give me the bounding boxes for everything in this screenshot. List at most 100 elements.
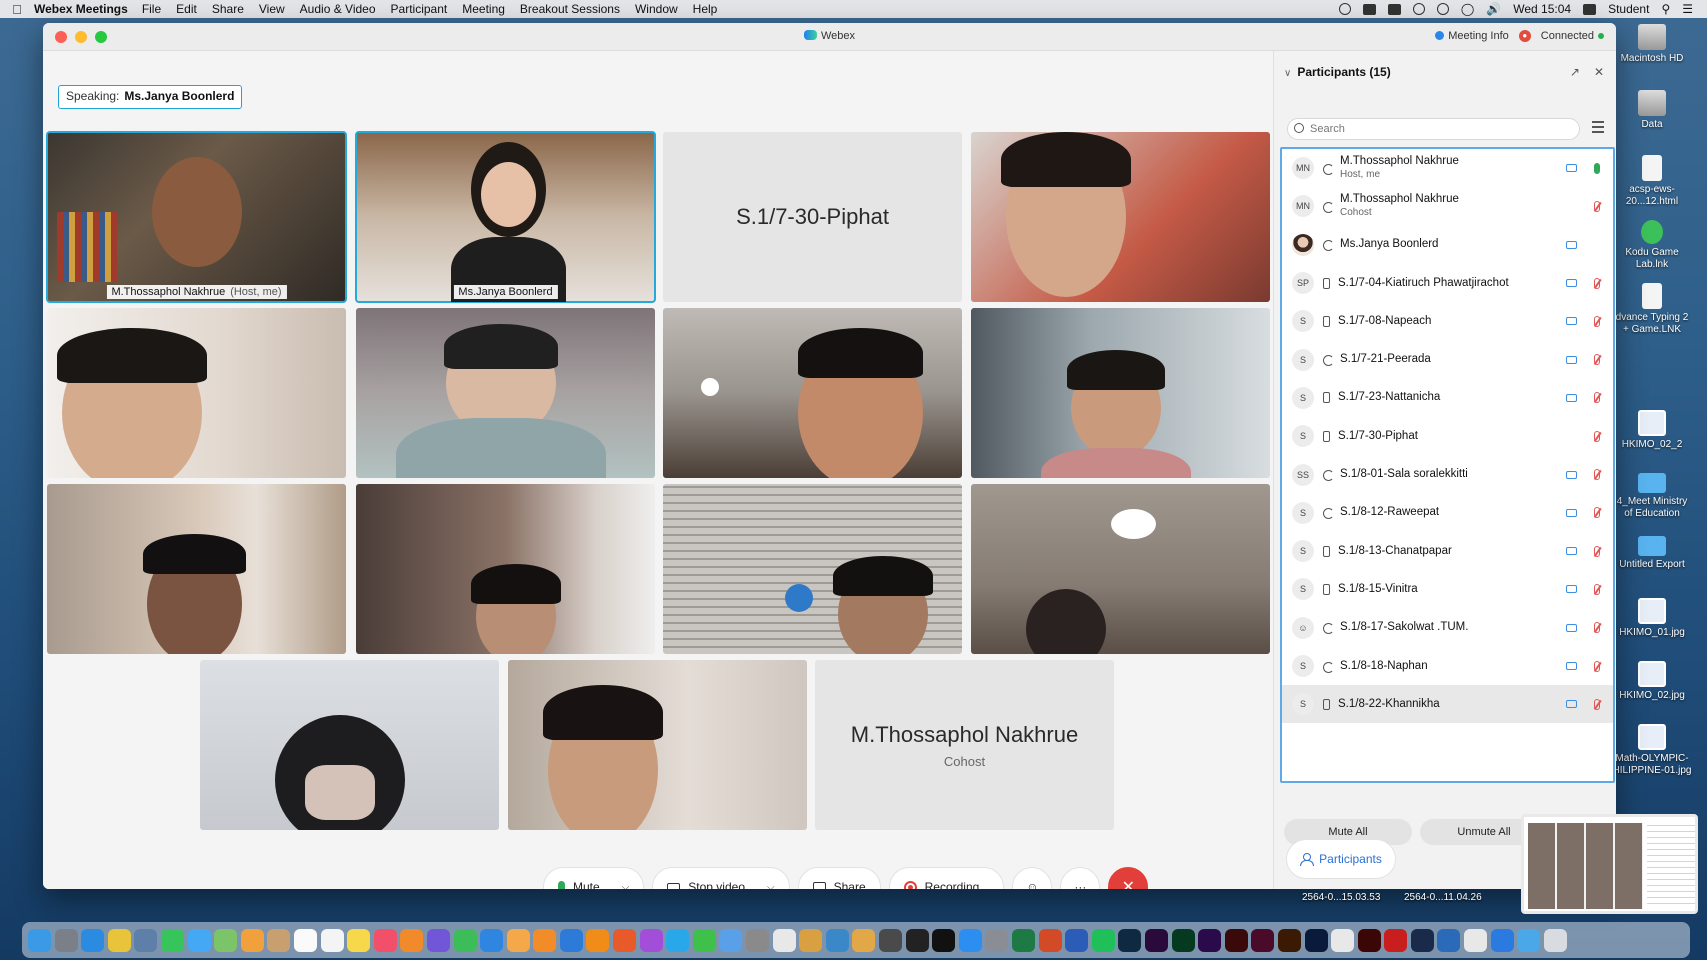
user-menu[interactable]: Student bbox=[1608, 2, 1649, 16]
microphone-muted-icon[interactable] bbox=[1594, 698, 1600, 710]
menu-audio-video[interactable]: Audio & Video bbox=[300, 2, 376, 16]
video-tile-cohost[interactable]: M.Thossaphol Nakhrue Cohost bbox=[815, 660, 1114, 830]
collapse-chevron-icon[interactable]: ∨ bbox=[1284, 68, 1291, 79]
system-preferences-icon[interactable] bbox=[985, 928, 1009, 952]
microphone-muted-icon[interactable] bbox=[1594, 660, 1600, 672]
launchpad-icon[interactable] bbox=[54, 928, 78, 952]
apple-tv-icon[interactable] bbox=[932, 928, 956, 952]
app-icon-9[interactable] bbox=[879, 928, 902, 952]
chevron-down-icon[interactable]: ⌵ bbox=[767, 882, 775, 890]
screenshot-thumbnail[interactable] bbox=[1521, 814, 1698, 914]
menu-participant[interactable]: Participant bbox=[391, 2, 448, 16]
indesign-icon[interactable] bbox=[1251, 928, 1275, 952]
app-store-icon[interactable] bbox=[958, 928, 982, 952]
numbers-icon[interactable] bbox=[453, 928, 477, 952]
meeting-info-button[interactable]: Meeting Info bbox=[1435, 30, 1509, 42]
participant-row[interactable]: S S.1/8-15-Vinitra bbox=[1282, 570, 1613, 608]
video-tile-student-1[interactable] bbox=[971, 132, 1270, 302]
status-icon[interactable] bbox=[1412, 3, 1425, 15]
word-icon[interactable] bbox=[1065, 928, 1089, 952]
microphone-muted-icon[interactable] bbox=[1594, 354, 1600, 366]
participant-row[interactable]: S S.1/8-13-Chanatpapar bbox=[1282, 532, 1613, 570]
recording-indicator-icon[interactable]: ● bbox=[1518, 30, 1531, 42]
acrobat-icon[interactable] bbox=[1357, 928, 1381, 952]
dreamweaver-icon[interactable] bbox=[1171, 928, 1195, 952]
app-icon-4[interactable] bbox=[746, 928, 770, 952]
desktop-icon-hkimo-01[interactable]: HKIMO_01.jpg bbox=[1612, 598, 1692, 639]
chrome-icon[interactable] bbox=[107, 928, 131, 952]
video-tile-host[interactable]: M.Thossaphol Nakhrue (Host, me) bbox=[46, 131, 347, 303]
desktop-icon-meet-ministry[interactable]: 4_Meet Ministry of Education bbox=[1612, 473, 1692, 520]
app-icon-14[interactable] bbox=[1464, 928, 1488, 952]
finder-icon[interactable] bbox=[28, 928, 51, 952]
app-icon-10[interactable] bbox=[905, 928, 929, 952]
desktop-icon-data[interactable]: Data bbox=[1612, 90, 1692, 131]
app-icon-7[interactable] bbox=[825, 928, 849, 952]
app-icon-12[interactable] bbox=[1410, 928, 1434, 952]
chevron-down-icon[interactable]: ⌵ bbox=[622, 882, 630, 890]
reactions-button[interactable]: ☺ bbox=[1012, 867, 1053, 889]
app-icon-3[interactable] bbox=[719, 928, 743, 952]
lightroom-icon[interactable] bbox=[1118, 928, 1142, 952]
volume-icon[interactable]: 🔊 bbox=[1486, 2, 1501, 16]
reminders-icon[interactable] bbox=[320, 928, 344, 952]
notification-icon[interactable] bbox=[1436, 3, 1449, 15]
menu-app-name[interactable]: Webex Meetings bbox=[34, 2, 128, 16]
xcode-icon[interactable] bbox=[559, 928, 583, 952]
mute-button[interactable]: Mute ⌵ bbox=[543, 867, 645, 890]
video-tile-piphat[interactable]: S.1/7-30-Piphat bbox=[663, 132, 962, 302]
microphone-muted-icon[interactable] bbox=[1594, 200, 1600, 212]
desktop-icon-hkimo-02[interactable]: HKIMO_02.jpg bbox=[1612, 661, 1692, 702]
participant-row[interactable]: S S.1/7-21-Peerada bbox=[1282, 340, 1613, 378]
podcasts-icon[interactable] bbox=[639, 928, 663, 952]
menu-share[interactable]: Share bbox=[212, 2, 244, 16]
leave-meeting-button[interactable]: ✕ bbox=[1108, 867, 1149, 889]
display-icon[interactable] bbox=[1362, 3, 1376, 15]
trash-icon[interactable] bbox=[1543, 928, 1567, 952]
video-tile-student-9[interactable] bbox=[971, 484, 1270, 654]
microphone-muted-icon[interactable] bbox=[1594, 315, 1600, 327]
participant-row[interactable]: S S.1/8-12-Raweepat bbox=[1282, 494, 1613, 532]
menu-help[interactable]: Help bbox=[693, 2, 718, 16]
books-icon[interactable] bbox=[400, 928, 424, 952]
video-tile-student-4[interactable] bbox=[663, 308, 962, 478]
desktop-screenshot-1[interactable]: 2564-0...15.03.53 bbox=[1302, 892, 1380, 903]
participants-toggle-button[interactable]: Participants bbox=[1286, 839, 1396, 879]
desktop-icon-math-olympic[interactable]: Math-OLYMPIC-HILIPPINE-01.jpg bbox=[1612, 724, 1692, 777]
app-icon-6[interactable] bbox=[799, 928, 823, 952]
video-tile-student-8[interactable] bbox=[663, 484, 962, 654]
app-icon-11[interactable] bbox=[1331, 928, 1355, 952]
messages-icon[interactable] bbox=[187, 928, 211, 952]
menu-view[interactable]: View bbox=[259, 2, 285, 16]
microphone-muted-icon[interactable] bbox=[1594, 622, 1600, 634]
powerpoint-icon[interactable] bbox=[1038, 928, 1062, 952]
clock[interactable]: Wed 15:04 bbox=[1513, 2, 1571, 16]
menu-meeting[interactable]: Meeting bbox=[462, 2, 505, 16]
garageband-icon[interactable] bbox=[533, 928, 557, 952]
menu-breakout-sessions[interactable]: Breakout Sessions bbox=[520, 2, 620, 16]
wifi-icon[interactable]: ◯ bbox=[1461, 2, 1474, 16]
sort-icon[interactable] bbox=[1592, 121, 1604, 133]
microphone-muted-icon[interactable] bbox=[1594, 545, 1600, 557]
participant-row[interactable]: S S.1/7-23-Nattanicha bbox=[1282, 379, 1613, 417]
video-tile-student-3[interactable] bbox=[356, 308, 655, 478]
microphone-on-icon[interactable] bbox=[1594, 162, 1600, 174]
app-icon-2[interactable] bbox=[692, 928, 716, 952]
microphone-muted-icon[interactable] bbox=[1594, 469, 1600, 481]
microphone-muted-icon[interactable] bbox=[1594, 430, 1600, 442]
animate-icon[interactable] bbox=[1224, 928, 1248, 952]
video-tile-student-5[interactable] bbox=[971, 308, 1270, 478]
video-tile-student-7[interactable] bbox=[356, 484, 655, 654]
facetime-icon[interactable] bbox=[160, 928, 184, 952]
microphone-muted-icon[interactable] bbox=[1594, 392, 1600, 404]
participant-row[interactable]: S S.1/8-22-Khannikha bbox=[1282, 685, 1613, 724]
participant-row[interactable]: SS S.1/8-01-Sala soralekkitti bbox=[1282, 455, 1613, 493]
participant-row[interactable]: Ms.Janya Boonlerd bbox=[1282, 226, 1613, 264]
maps-icon[interactable] bbox=[214, 928, 238, 952]
menu-file[interactable]: File bbox=[142, 2, 161, 16]
microphone-muted-icon[interactable] bbox=[1594, 507, 1600, 519]
recording-button[interactable]: Recording... bbox=[888, 867, 1005, 889]
video-tile-student-11[interactable] bbox=[508, 660, 807, 830]
popout-icon[interactable]: ↗ bbox=[1570, 65, 1580, 79]
control-center-icon[interactable]: ☰ bbox=[1682, 2, 1693, 16]
